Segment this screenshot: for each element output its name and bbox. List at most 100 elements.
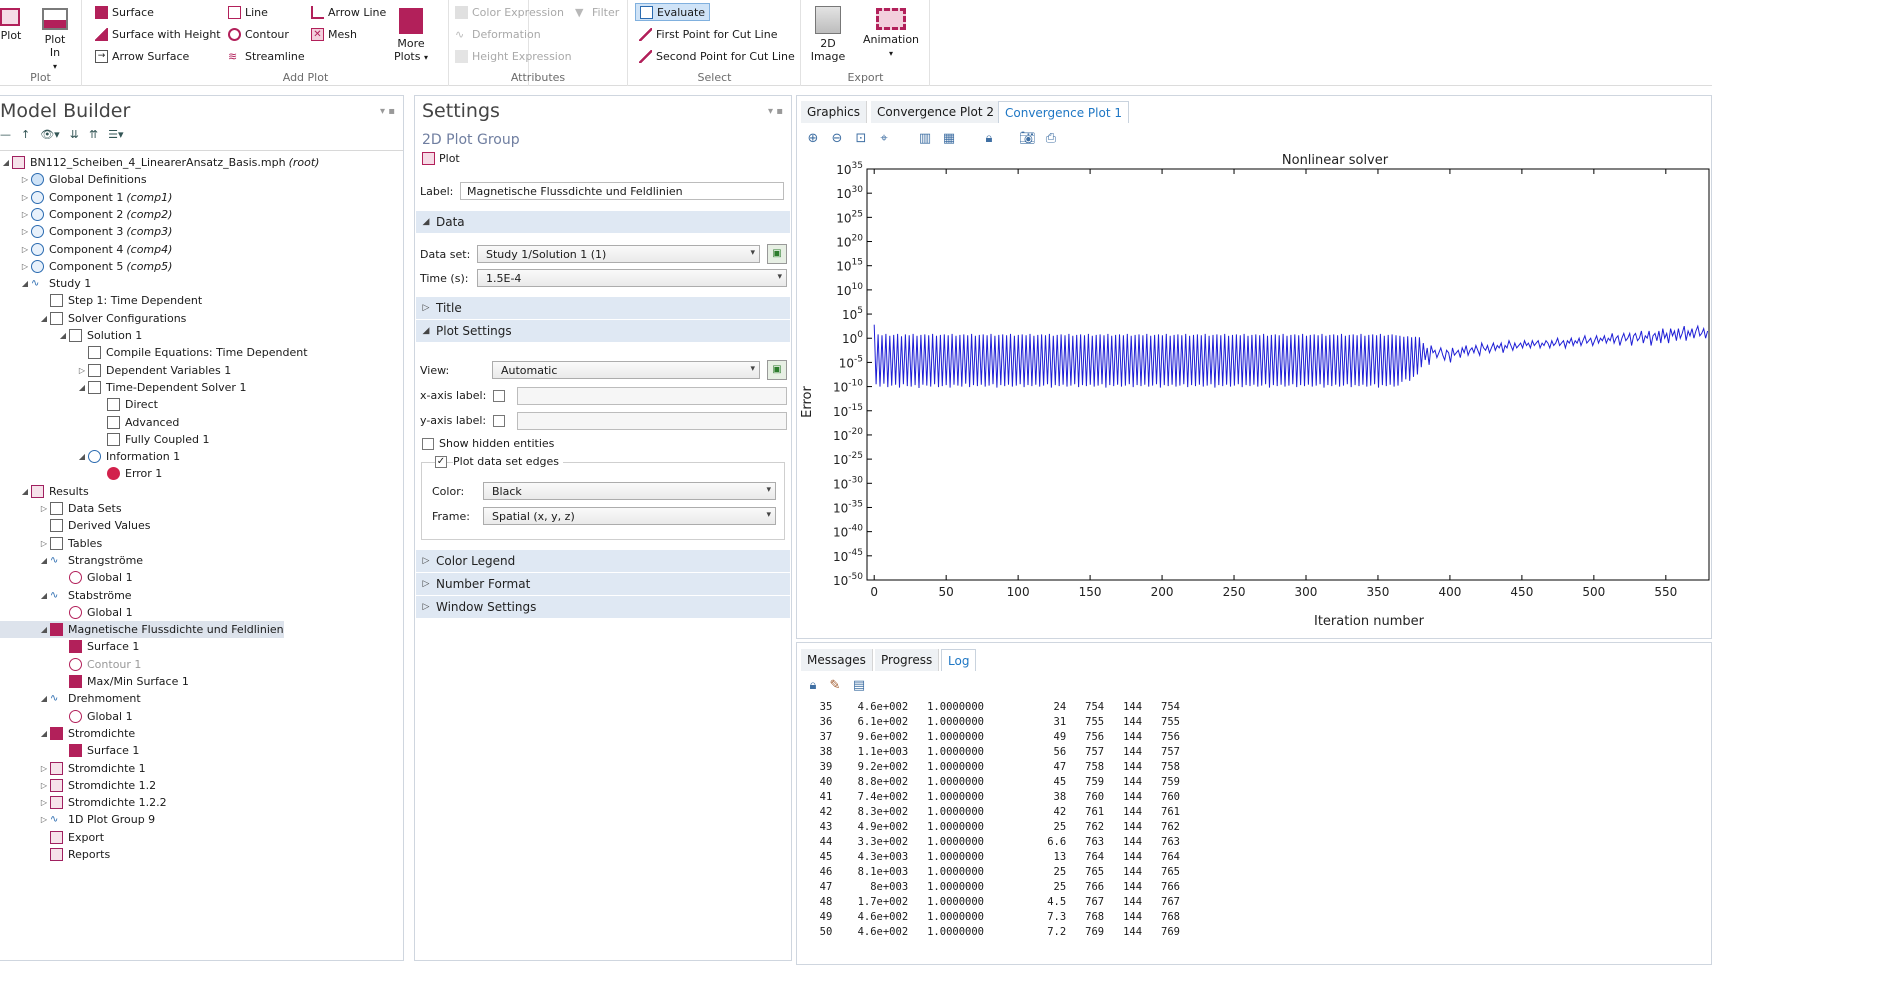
tree-item[interactable]: ▷ Component 1 (comp1) <box>0 189 172 206</box>
zoom-box-icon[interactable]: ⊡ <box>853 131 869 147</box>
section-plot-settings[interactable]: ◢ Plot Settings <box>416 320 790 342</box>
plot-in-button[interactable]: Plot In ▾ <box>38 8 72 73</box>
tab-graphics[interactable]: Graphics <box>801 101 867 123</box>
expand-icon[interactable]: ▷ <box>19 262 31 271</box>
tree-item[interactable]: Global 1 <box>0 604 133 621</box>
tree-item[interactable]: ▷ Data Sets <box>0 500 122 517</box>
panel-menu-icon[interactable]: ▾ ▪ <box>380 106 395 117</box>
export-2d-image-button[interactable]: 2D Image <box>810 6 846 63</box>
collapse-icon[interactable]: ◢ <box>0 158 12 167</box>
settings-plot-button[interactable]: Plot <box>422 152 460 165</box>
expand-icon[interactable]: ▷ <box>38 815 50 824</box>
zoom-extents-icon[interactable]: ⌖ <box>876 131 892 147</box>
deformation-button[interactable]: ∿ Deformation <box>455 25 541 43</box>
tree-item[interactable]: ▷ ∿ 1D Plot Group 9 <box>0 811 155 828</box>
expand-all-icon[interactable]: ⇊ <box>70 128 79 144</box>
camera-icon[interactable]: 📷︎ <box>1019 131 1036 147</box>
tree-item[interactable]: Compile Equations: Time Dependent <box>0 344 308 361</box>
add-streamline-button[interactable]: ≋ Streamline <box>228 47 305 65</box>
first-point-cut-line-button[interactable]: First Point for Cut Line <box>639 25 777 43</box>
tree-item[interactable]: ▷ Global Definitions <box>0 171 147 188</box>
tree-item[interactable]: ▷ Component 4 (comp4) <box>0 241 172 258</box>
section-title[interactable]: ▷ Title <box>416 297 790 319</box>
tree-item[interactable]: Max/Min Surface 1 <box>0 673 189 690</box>
expand-icon[interactable]: ▷ <box>38 781 50 790</box>
add-arrow-line-button[interactable]: Arrow Line <box>311 3 386 21</box>
expand-icon[interactable]: ▷ <box>38 539 50 548</box>
expand-icon[interactable]: ▷ <box>38 764 50 773</box>
expand-icon[interactable]: ▷ <box>19 210 31 219</box>
tree-item[interactable]: ◢ ∿ Study 1 <box>0 275 91 292</box>
tree-item[interactable]: ◢ Magnetische Flussdichte und Feldlinien <box>0 621 284 639</box>
tab-progress[interactable]: Progress <box>875 649 940 671</box>
plot-edges-checkbox[interactable]: ✓ <box>435 456 447 468</box>
tree-item[interactable]: Surface 1 <box>0 638 139 655</box>
show-hidden-checkbox[interactable] <box>422 438 434 450</box>
expand-icon[interactable]: ▷ <box>19 175 31 184</box>
collapse-icon[interactable]: ◢ <box>38 314 50 323</box>
tree-item[interactable]: ◢ Solver Configurations <box>0 310 186 327</box>
expand-icon[interactable]: ▷ <box>38 798 50 807</box>
add-contour-button[interactable]: Contour <box>228 25 289 43</box>
zoom-out-icon[interactable]: ⊖ <box>829 131 845 147</box>
tree-item[interactable]: ▷ Tables <box>0 535 102 552</box>
plot-button[interactable]: Plot <box>0 8 22 42</box>
xaxis-checkbox[interactable] <box>493 390 505 402</box>
expand-icon[interactable]: ▷ <box>76 366 88 375</box>
add-surface-button[interactable]: Surface <box>95 3 154 21</box>
tree-item[interactable]: ◢ ∿ Stabströme <box>0 587 132 604</box>
tree-item[interactable]: ▷ Component 5 (comp5) <box>0 258 172 275</box>
eye-icon[interactable]: 👁︎▾ <box>40 128 60 144</box>
tree-item[interactable]: Derived Values <box>0 517 151 534</box>
print-icon[interactable]: ⎙ <box>1043 131 1059 147</box>
legend-icon[interactable]: ▥ <box>917 131 933 147</box>
lock-icon[interactable]: 🔒︎ <box>981 131 997 147</box>
add-line-button[interactable]: Line <box>228 3 268 21</box>
tree-item[interactable]: ▷ Stromdichte 1.2 <box>0 777 156 794</box>
tree-item[interactable]: Surface 1 <box>0 742 139 759</box>
yaxis-field[interactable] <box>517 412 787 430</box>
xaxis-field[interactable] <box>517 387 787 405</box>
frame-select[interactable]: Spatial (x, y, z) ▾ <box>483 507 776 525</box>
dataset-select[interactable]: Study 1/Solution 1 (1) ▾ <box>477 245 760 263</box>
tree-item[interactable]: ◢ ∿ Strangströme <box>0 552 143 569</box>
view-select[interactable]: Automatic ▾ <box>492 361 760 379</box>
zoom-in-icon[interactable]: ⊕ <box>805 131 821 147</box>
section-data[interactable]: ◢ Data <box>416 211 790 233</box>
tab-messages[interactable]: Messages <box>801 649 873 671</box>
label-field[interactable]: Magnetische Flussdichte und Feldlinien <box>460 182 784 200</box>
filter-button[interactable]: ▼ Filter <box>575 3 619 21</box>
tree-item[interactable]: ▷ Component 3 (comp3) <box>0 223 172 240</box>
color-expression-button[interactable]: Color Expression <box>455 3 564 21</box>
tree-item[interactable]: ◢ ∿ Drehmoment <box>0 690 141 707</box>
tree-options-icon[interactable]: ☰▾ <box>108 128 123 144</box>
tab-convergence-plot-2[interactable]: Convergence Plot 2 <box>871 101 1001 123</box>
collapse-icon[interactable]: ◢ <box>38 625 50 634</box>
collapse-icon[interactable]: ◢ <box>57 331 69 340</box>
tree-item[interactable]: Global 1 <box>0 708 133 725</box>
expand-icon[interactable]: ▷ <box>19 245 31 254</box>
add-arrow-surface-button[interactable]: → Arrow Surface <box>95 47 189 65</box>
view-goto-icon[interactable]: ▣ <box>767 360 787 380</box>
height-expression-button[interactable]: Height Expression <box>455 47 572 65</box>
tree-item[interactable]: Direct <box>0 396 158 413</box>
tree-item[interactable]: ◢ Time-Dependent Solver 1 <box>0 379 246 396</box>
edge-color-select[interactable]: Black ▾ <box>483 482 776 500</box>
collapse-icon[interactable]: ◢ <box>38 694 50 703</box>
tree-item[interactable]: ◢ Stromdichte <box>0 725 135 742</box>
tree-item[interactable]: Error 1 <box>0 465 162 482</box>
add-surface-height-button[interactable]: Surface with Height <box>95 25 221 43</box>
arrow-up-icon[interactable]: ↑ <box>21 128 30 144</box>
collapse-icon[interactable]: ◢ <box>38 591 50 600</box>
grid-icon[interactable]: ▦ <box>941 131 957 147</box>
section-number-format[interactable]: ▷ Number Format <box>416 573 790 595</box>
tree-item[interactable]: Reports <box>0 846 110 863</box>
tree-item[interactable]: Fully Coupled 1 <box>0 431 209 448</box>
add-mesh-button[interactable]: ✕ Mesh <box>311 25 357 43</box>
log-options-icon[interactable]: ▤ <box>851 678 867 694</box>
tree-item[interactable]: ▷ Dependent Variables 1 <box>0 362 231 379</box>
expand-icon[interactable]: ▷ <box>38 504 50 513</box>
tree-item[interactable]: Step 1: Time Dependent <box>0 292 202 309</box>
collapse-icon[interactable]: ◢ <box>38 729 50 738</box>
tree-item[interactable]: Export <box>0 829 104 846</box>
